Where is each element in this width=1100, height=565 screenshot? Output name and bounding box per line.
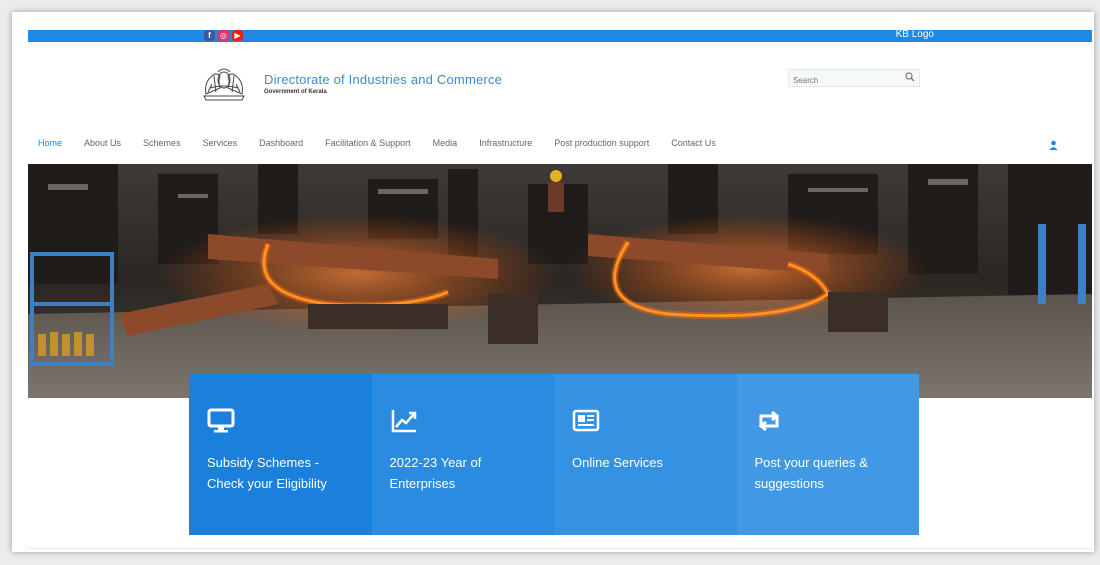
search-input[interactable] — [789, 72, 905, 89]
top-bar: f ◎ ▶ KB Logo — [28, 29, 1092, 42]
tile-subsidy-schemes[interactable]: Subsidy Schemes - Check your Eligibility — [189, 374, 372, 535]
browser-page: f ◎ ▶ KB Logo Directorate of Industries … — [12, 12, 1094, 552]
tile-label: Online Services — [572, 455, 664, 470]
nav-item-contact-us[interactable]: Contact Us — [671, 138, 716, 148]
trend-chart-icon — [391, 410, 416, 433]
retweet-icon — [758, 410, 779, 432]
tile-label: Post your queries & suggestions — [754, 455, 868, 491]
hero-banner — [28, 164, 1092, 398]
nav-item-about-us[interactable]: About Us — [84, 138, 121, 148]
kb-logo-text[interactable]: KB Logo — [896, 29, 934, 40]
facebook-icon[interactable]: f — [204, 30, 215, 41]
instagram-icon[interactable]: ◎ — [218, 30, 229, 41]
monitor-icon — [207, 408, 235, 433]
news-icon — [572, 409, 600, 432]
nav-item-home[interactable]: Home — [38, 138, 62, 148]
nav-item-post-production[interactable]: Post production support — [554, 138, 649, 148]
social-links: f ◎ ▶ — [204, 30, 243, 41]
divider — [28, 548, 1092, 549]
nav-item-infrastructure[interactable]: Infrastructure — [479, 138, 532, 148]
search-icon[interactable] — [905, 72, 915, 82]
tile-label: Subsidy Schemes - Check your Eligibility — [207, 455, 327, 491]
tile-label: 2022-23 Year of Enterprises — [389, 455, 482, 491]
site-subtitle: Government of Kerala — [264, 89, 327, 95]
search-box — [788, 69, 920, 89]
nav-item-facilitation[interactable]: Facilitation & Support — [325, 138, 411, 148]
nav-item-media[interactable]: Media — [433, 138, 458, 148]
nav-item-services[interactable]: Services — [203, 138, 238, 148]
nav-item-dashboard[interactable]: Dashboard — [259, 138, 303, 148]
tile-post-queries[interactable]: Post your queries & suggestions — [736, 374, 919, 535]
main-nav: Home About Us Schemes Services Dashboard… — [38, 138, 738, 148]
nav-item-schemes[interactable]: Schemes — [143, 138, 181, 148]
kerala-emblem-icon[interactable] — [196, 64, 252, 104]
youtube-icon[interactable]: ▶ — [232, 30, 243, 41]
tile-year-of-enterprises[interactable]: 2022-23 Year of Enterprises — [371, 374, 554, 535]
site-title[interactable]: Directorate of Industries and Commerce — [264, 72, 502, 87]
steel-foundry-photo — [28, 164, 1092, 398]
tile-online-services[interactable]: Online Services — [554, 374, 737, 535]
user-icon[interactable] — [1049, 140, 1058, 150]
feature-tiles: Subsidy Schemes - Check your Eligibility… — [189, 374, 919, 535]
